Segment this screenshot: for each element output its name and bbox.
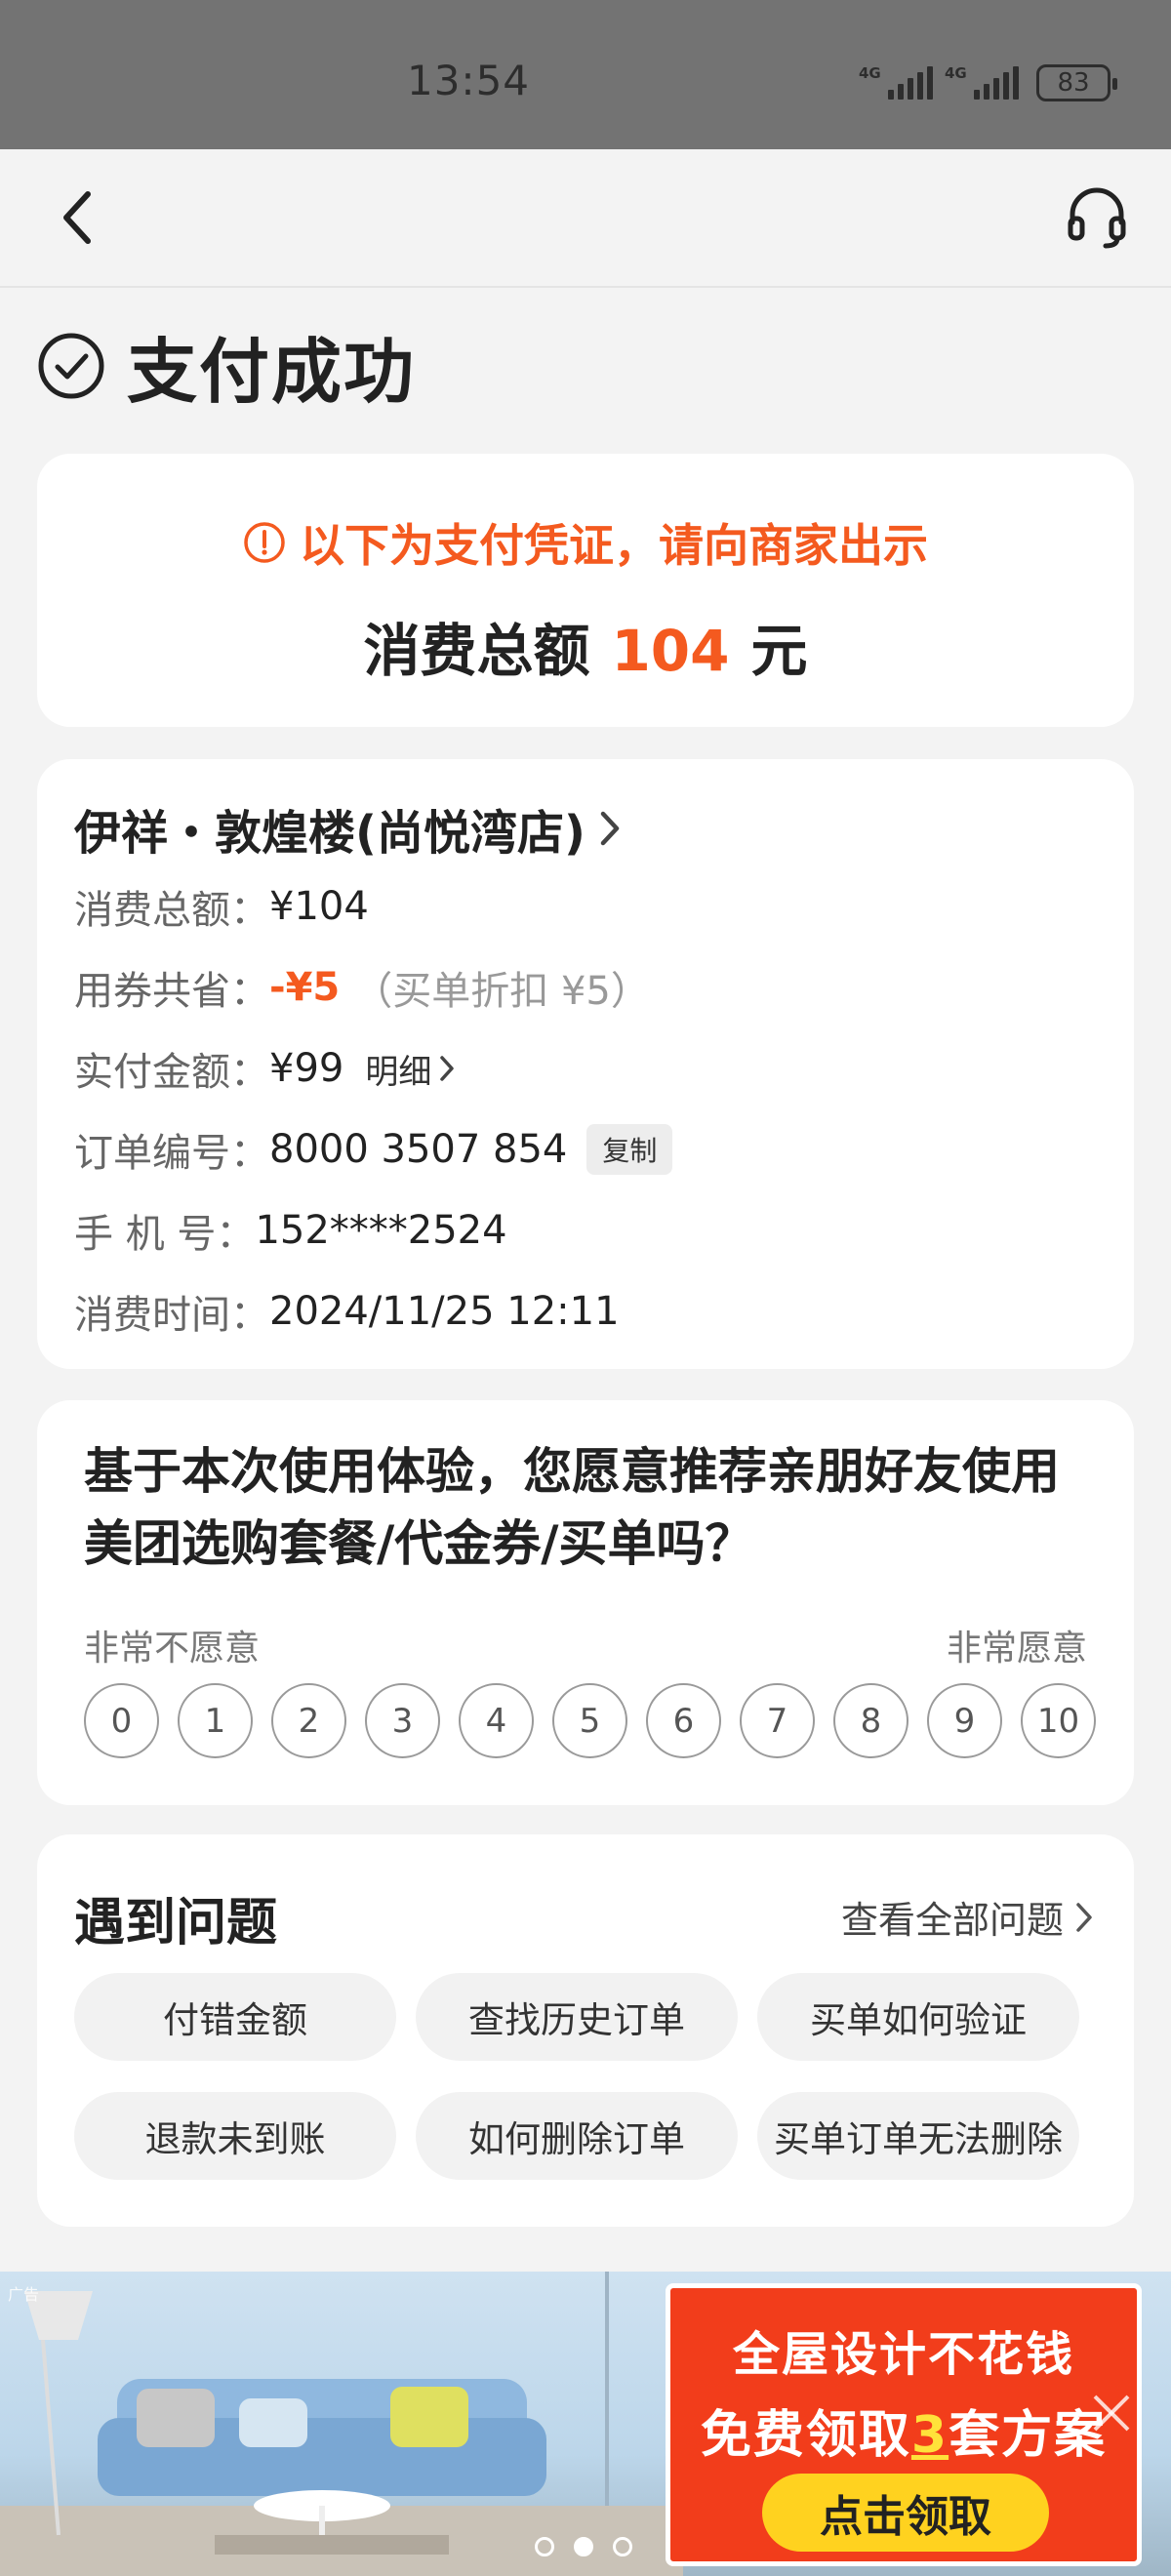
alert-circle-icon: [244, 522, 285, 563]
signal-icon: 4G: [859, 64, 933, 100]
score-option[interactable]: 2: [271, 1683, 346, 1758]
score-option[interactable]: 10: [1021, 1683, 1096, 1758]
faq-grid: 付错金额 查找历史订单 买单如何验证 退款未到账 如何删除订单 买单订单无法删除: [74, 1973, 1079, 2180]
time-row: 消费时间： 2024/11/25 12:11: [74, 1283, 620, 1340]
ad-subline-suffix: 套方案: [949, 2406, 1108, 2465]
voucher-total: 消费总额 104 元: [37, 605, 1134, 687]
paid-value: ¥99: [269, 1046, 344, 1091]
ad-tag: 广告: [8, 2285, 40, 2304]
score-option[interactable]: 4: [459, 1683, 534, 1758]
paid-label: 实付金额：: [74, 1050, 269, 1095]
page-title: 支付成功: [127, 331, 417, 413]
shop-name: 伊祥・敦煌楼(尚悦湾店): [74, 806, 586, 861]
paid-row: 实付金额： ¥99 明细: [74, 1040, 455, 1097]
score-option[interactable]: 8: [833, 1683, 909, 1758]
network-type: 4G: [945, 64, 967, 82]
signal-icon: 4G: [945, 64, 1019, 100]
saved-value: -¥5: [269, 965, 341, 1010]
time-value: 2024/11/25 12:11: [269, 1289, 620, 1334]
pagination-dot-active[interactable]: [574, 2537, 593, 2556]
ad-cta-button[interactable]: 点击领取: [762, 2474, 1049, 2552]
payment-detail-label: 明细: [365, 1052, 432, 1092]
saved-label: 用券共省：: [74, 969, 269, 1014]
ad-close-button[interactable]: [1087, 2389, 1136, 2441]
headset-icon: [1068, 187, 1126, 249]
voucher-total-unit: 元: [750, 618, 808, 684]
order-number-row: 订单编号： 8000 3507 854 复制: [74, 1121, 673, 1178]
network-type: 4G: [859, 64, 881, 82]
battery-level: 83: [1057, 68, 1090, 98]
scale-low-label: 非常不愿意: [84, 1629, 261, 1669]
back-button[interactable]: [39, 179, 117, 257]
score-option[interactable]: 6: [646, 1683, 721, 1758]
phone-label: 手 机 号：: [74, 1212, 256, 1257]
nps-survey-card: 基于本次使用体验，您愿意推荐亲朋好友使用美团选购套餐/代金券/买单吗？ 非常不愿…: [37, 1400, 1134, 1805]
score-option[interactable]: 1: [178, 1683, 253, 1758]
copy-button[interactable]: 复制: [586, 1124, 673, 1175]
saved-note: （买单折扣 ¥5）: [353, 969, 650, 1014]
total-value: ¥104: [269, 884, 369, 929]
customer-service-button[interactable]: [1058, 179, 1136, 257]
check-circle-icon: [38, 333, 104, 398]
faq-item[interactable]: 买单订单无法删除: [757, 2092, 1079, 2180]
phone-value: 152****2524: [255, 1208, 507, 1253]
status-time: 13:54: [406, 57, 531, 104]
pagination-dot[interactable]: [535, 2537, 554, 2556]
status-indicators: 4G 4G 83: [859, 64, 1117, 101]
total-label: 消费总额：: [74, 888, 269, 933]
total-row: 消费总额： ¥104: [74, 878, 369, 935]
payment-voucher-card: 以下为支付凭证，请向商家出示 消费总额 104 元: [37, 454, 1134, 727]
chevron-right-icon: [1076, 1902, 1092, 1932]
pagination-dot[interactable]: [613, 2537, 632, 2556]
voucher-total-label: 消费总额: [363, 618, 590, 684]
payment-detail-link[interactable]: 明细: [365, 1045, 455, 1093]
score-option[interactable]: 3: [365, 1683, 440, 1758]
faq-item[interactable]: 买单如何验证: [757, 1973, 1079, 2061]
status-bar: 13:54 4G 4G 83: [0, 0, 1171, 149]
close-icon: [1093, 2395, 1130, 2432]
score-options: 0 1 2 3 4 5 6 7 8 9 10: [84, 1683, 1096, 1758]
battery-icon: 83: [1036, 64, 1117, 101]
help-title: 遇到问题: [74, 1894, 278, 1952]
chevron-right-icon: [440, 1056, 455, 1081]
ad-banner[interactable]: 广告 全屋设计不花钱 免费领取3套方案 点击领取: [0, 2272, 1171, 2576]
saved-row: 用券共省： -¥5 （买单折扣 ¥5）: [74, 959, 650, 1016]
ad-subline: 免费领取3套方案: [670, 2394, 1137, 2467]
voucher-notice-text: 以下为支付凭证，请向商家出示: [300, 519, 928, 572]
faq-item[interactable]: 如何删除订单: [416, 2092, 738, 2180]
order-detail-card: 伊祥・敦煌楼(尚悦湾店) 消费总额： ¥104 用券共省： -¥5 （买单折扣 …: [37, 759, 1134, 1369]
score-option[interactable]: 0: [84, 1683, 159, 1758]
score-option[interactable]: 7: [740, 1683, 815, 1758]
shop-link[interactable]: 伊祥・敦煌楼(尚悦湾店): [74, 794, 621, 863]
time-label: 消费时间：: [74, 1293, 269, 1338]
scale-high-label: 非常愿意: [946, 1629, 1087, 1669]
ad-subline-prefix: 免费领取: [700, 2406, 911, 2465]
survey-question: 基于本次使用体验，您愿意推荐亲朋好友使用美团选购套餐/代金券/买单吗？: [84, 1443, 1060, 1572]
score-option[interactable]: 9: [927, 1683, 1002, 1758]
order-number-value: 8000 3507 854: [269, 1127, 568, 1172]
page-title-row: 支付成功: [37, 314, 416, 417]
view-all-label: 查看全部问题: [840, 1899, 1064, 1942]
ad-promo-panel[interactable]: 全屋设计不花钱 免费领取3套方案 点击领取: [666, 2283, 1142, 2566]
phone-row: 手 机 号： 152****2524: [74, 1202, 507, 1259]
order-number-label: 订单编号：: [74, 1131, 269, 1176]
ad-headline: 全屋设计不花钱: [732, 2327, 1074, 2382]
view-all-questions-link[interactable]: 查看全部问题: [841, 1890, 1093, 1944]
voucher-notice: 以下为支付凭证，请向商家出示: [37, 510, 1134, 575]
chevron-left-icon: [63, 191, 91, 244]
ad-pagination: [535, 2537, 632, 2556]
faq-item[interactable]: 查找历史订单: [416, 1973, 738, 2061]
voucher-total-amount: 104: [611, 618, 730, 684]
nav-bar: [0, 149, 1171, 288]
faq-item[interactable]: 付错金额: [74, 1973, 396, 2061]
faq-item[interactable]: 退款未到账: [74, 2092, 396, 2180]
ad-subline-highlight: 3: [910, 2406, 949, 2465]
chevron-right-icon: [600, 811, 620, 846]
sofa-illustration: [24, 2290, 546, 2555]
score-option[interactable]: 5: [552, 1683, 627, 1758]
help-card: 遇到问题 查看全部问题 付错金额 查找历史订单 买单如何验证 退款未到账 如何删…: [37, 1834, 1134, 2227]
